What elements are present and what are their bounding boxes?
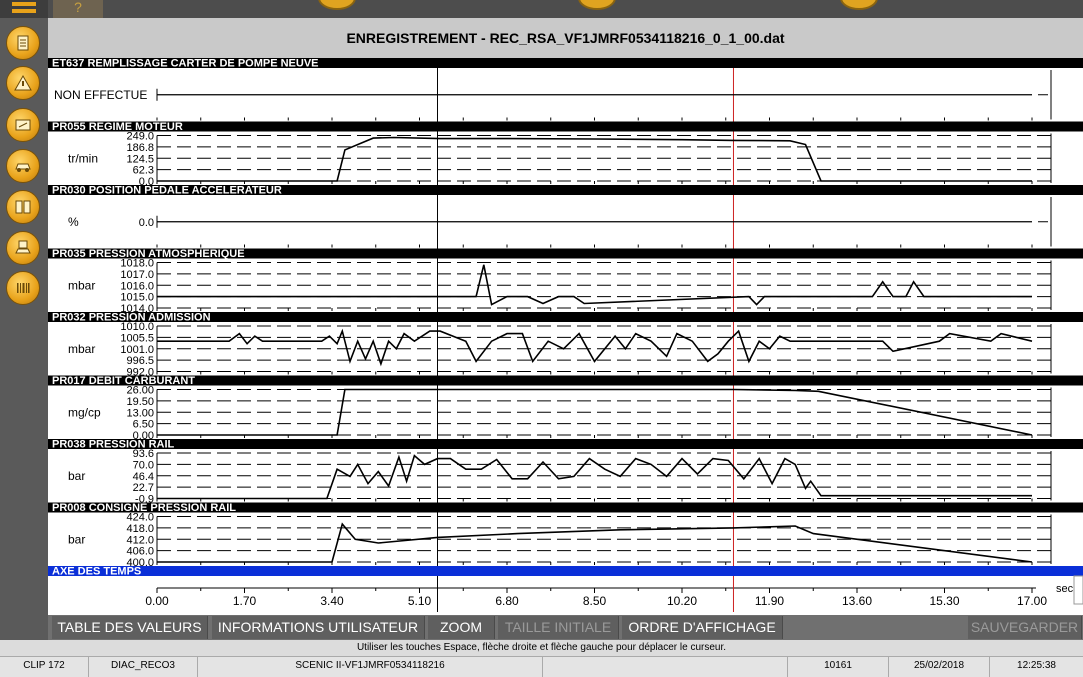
help-icon: ? (74, 0, 82, 15)
time-tick-label: 0.00 (145, 594, 169, 608)
channel-unit: mbar (68, 278, 95, 292)
y-tick-label: 124.5 (126, 153, 154, 165)
meter-icon[interactable] (6, 108, 40, 142)
top-orb-icon-2[interactable] (578, 0, 616, 10)
book-icon[interactable] (6, 190, 40, 224)
time-tick-label: 17.00 (1017, 594, 1047, 608)
channel-title: PR017 DEBIT CARBURANT (52, 375, 195, 387)
channel-header (48, 121, 1083, 132)
y-tick-label: 996.5 (126, 355, 154, 367)
hint-text: Utiliser les touches Espace, flèche droi… (0, 640, 1083, 656)
y-tick-label: 1015.0 (120, 292, 154, 304)
y-tick-label: 70.0 (133, 459, 154, 471)
channel-title: PR055 REGIME MOTEUR (52, 121, 183, 133)
display-order-button[interactable]: ORDRE D'AFFICHAGE (622, 616, 783, 639)
user-info-button[interactable]: INFORMATIONS UTILISATEUR (212, 616, 425, 639)
y-tick-label: 6.50 (133, 419, 154, 431)
time-tick-label: 13.60 (842, 594, 872, 608)
channel-state-label: NON EFFECTUE (54, 88, 147, 102)
status-module: DIAC_RECO3 (89, 657, 198, 677)
status-empty (543, 657, 788, 677)
time-tick-label: 6.80 (495, 594, 519, 608)
channel-header (48, 375, 1083, 386)
time-tick-label: 1.70 (233, 594, 257, 608)
y-tick-label: 46.4 (133, 471, 154, 483)
channel-title: PR038 PRESSION RAIL (52, 439, 175, 451)
y-tick-label: 406.0 (126, 546, 154, 558)
document-icon[interactable] (6, 26, 40, 60)
y-tick-label: 13.00 (126, 407, 154, 419)
series-line (157, 264, 1032, 306)
menu-button[interactable] (0, 0, 48, 18)
time-axis-header (48, 566, 1083, 576)
top-bar: ? (0, 0, 1083, 18)
y-tick-label: 1018.0 (120, 258, 154, 270)
y-tick-label: 1016.0 (120, 280, 154, 292)
scroll-handle (1073, 575, 1083, 605)
channel-unit: mg/cp (68, 405, 101, 419)
status-tool: CLIP 172 (0, 657, 89, 677)
status-time: 12:25:38 (1017, 660, 1056, 671)
status-code: 10161 (788, 657, 889, 677)
y-tick-label: 0.0 (139, 217, 154, 229)
series-line (157, 136, 1032, 182)
series-line (157, 522, 1033, 563)
status-bar: CLIP 172 DIAC_RECO3 SCENIC II-VF1JMRF053… (0, 656, 1083, 677)
status-date: 25/02/2018 (889, 657, 990, 677)
channel-unit: tr/min (68, 151, 98, 165)
y-tick-label: 186.8 (126, 142, 154, 154)
channel-unit: bar (68, 532, 85, 546)
time-tick-label: 5.10 (408, 594, 432, 608)
y-tick-label: 249.0 (126, 131, 154, 143)
barcode-icon[interactable] (6, 271, 40, 305)
table-values-button[interactable]: TABLE DES VALEURS (52, 616, 208, 639)
time-tick-label: 8.50 (583, 594, 607, 608)
y-tick-label: 1001.0 (120, 344, 154, 356)
sidebar (0, 18, 48, 640)
series-line (157, 454, 1032, 500)
y-tick-label: 1005.5 (120, 332, 154, 344)
y-tick-label: 424.0 (126, 512, 154, 524)
help-button[interactable]: ? (53, 0, 103, 18)
channel-title: ET637 REMPLISSAGE CARTER DE POMPE NEUVE (52, 58, 319, 70)
y-tick-label: 1017.0 (120, 269, 154, 281)
recording-chart[interactable]: ET637 REMPLISSAGE CARTER DE POMPE NEUVE N… (48, 18, 1083, 615)
initial-size-button[interactable]: TAILLE INITIALE (498, 616, 619, 639)
top-orb-icon-3[interactable] (840, 0, 878, 10)
channel-title: PR030 POSITION PEDALE ACCELERATEUR (52, 185, 282, 197)
car-icon[interactable] (6, 149, 40, 183)
y-tick-label: 418.0 (126, 523, 154, 535)
y-tick-label: 1010.0 (120, 321, 154, 333)
y-tick-label: 412.0 (126, 534, 154, 546)
bottom-toolbar: TABLE DES VALEURS INFORMATIONS UTILISATE… (48, 615, 1083, 640)
channel-unit: mbar (68, 342, 95, 356)
time-axis-unit: sec (1056, 583, 1074, 595)
time-axis-title: AXE DES TEMPS (52, 566, 141, 578)
y-tick-label: 62.3 (133, 165, 154, 177)
y-tick-label: 19.50 (126, 396, 154, 408)
car-diagnostic-icon[interactable] (6, 231, 40, 265)
y-tick-label: 26.00 (126, 385, 154, 397)
time-tick-label: 3.40 (320, 594, 344, 608)
time-tick-label: 10.20 (667, 594, 697, 608)
status-vehicle: SCENIC II-VF1JMRF0534118216 (198, 657, 543, 677)
channel-unit: % (68, 215, 79, 229)
channel-unit: bar (68, 469, 85, 483)
y-tick-label: 93.6 (133, 448, 154, 460)
time-tick-label: 11.90 (755, 594, 784, 608)
top-orb-icon-1[interactable] (318, 0, 356, 10)
recording-panel: ENREGISTREMENT - REC_RSA_VF1JMRF05341182… (48, 18, 1083, 615)
y-tick-label: 22.7 (133, 482, 154, 494)
menu-icon (12, 2, 36, 13)
save-button[interactable]: SAUVEGARDER (968, 616, 1082, 639)
time-tick-label: 15.30 (929, 594, 959, 608)
zoom-button[interactable]: ZOOM (428, 616, 495, 639)
warning-icon[interactable] (6, 66, 40, 100)
series-line (157, 328, 1033, 367)
channel-header (48, 439, 1083, 449)
